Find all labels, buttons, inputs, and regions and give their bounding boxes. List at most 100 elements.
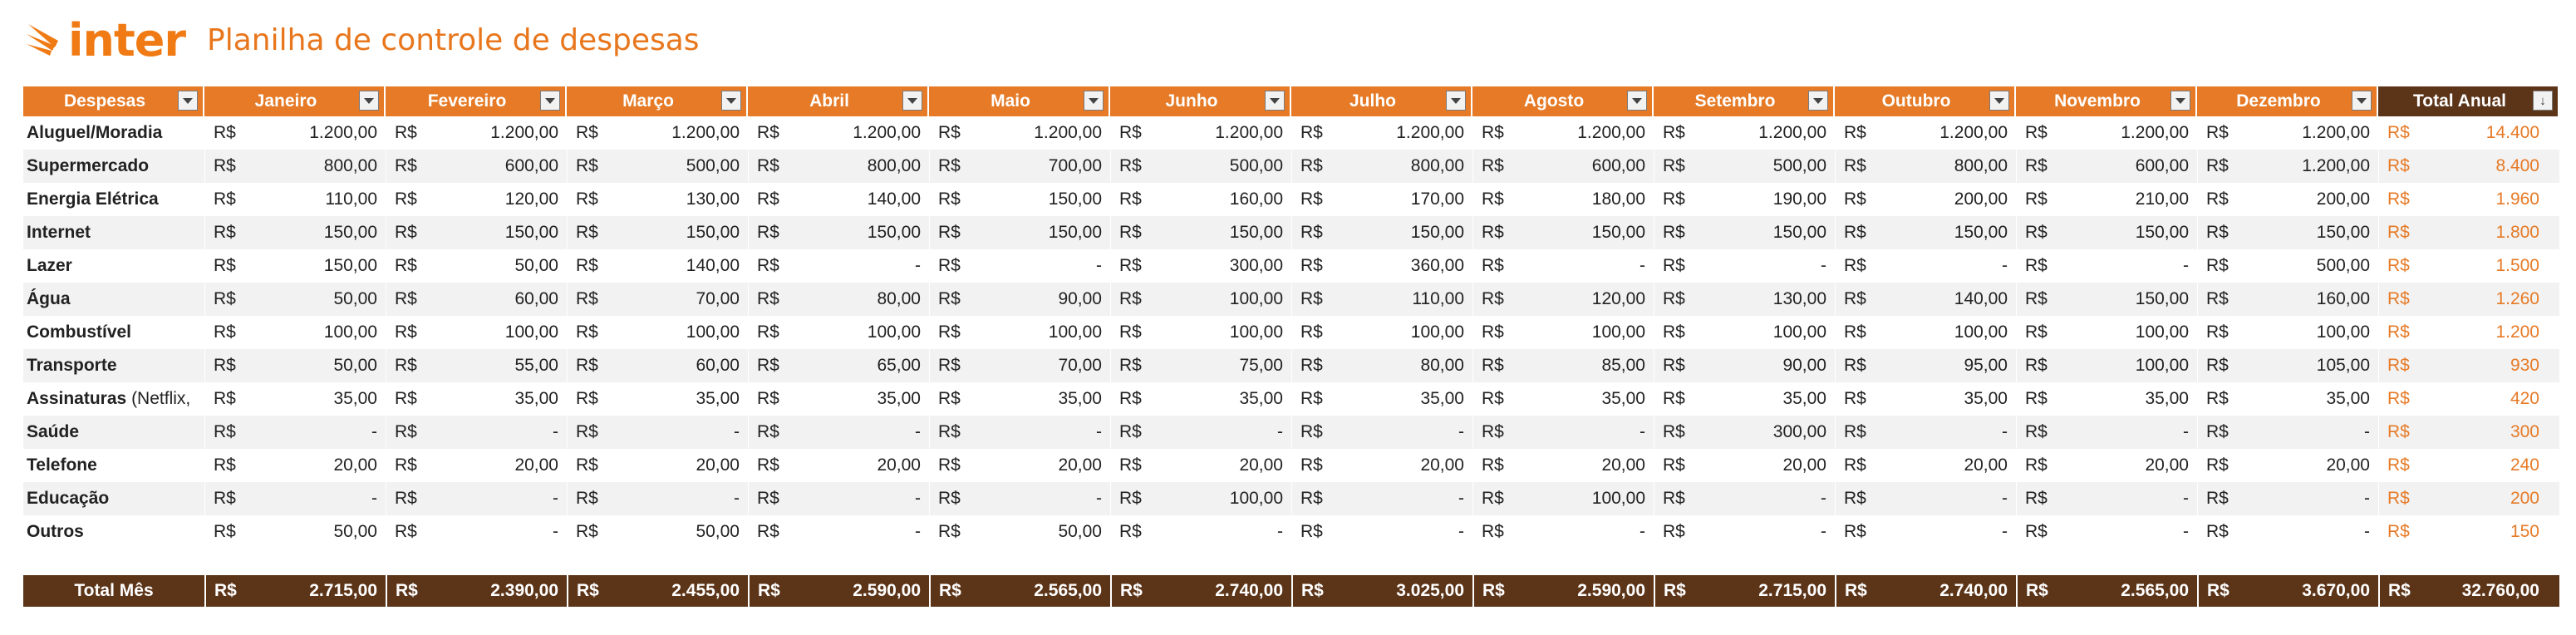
expense-value-cell[interactable]: - — [1162, 515, 1291, 549]
expense-value-cell[interactable]: 35,00 — [2249, 382, 2378, 416]
filter-button-month[interactable] — [902, 91, 922, 111]
month-total-cell[interactable]: 2.565,00 — [981, 575, 1110, 607]
expense-value-cell[interactable]: 500,00 — [618, 150, 748, 183]
expense-name[interactable]: Energia Elétrica — [23, 183, 204, 216]
expense-value-cell[interactable]: 90,00 — [981, 283, 1110, 316]
expense-value-cell[interactable]: - — [2067, 249, 2197, 283]
expense-value-cell[interactable]: 110,00 — [256, 183, 386, 216]
expense-name[interactable]: Saúde — [23, 416, 204, 449]
expense-value-cell[interactable]: 1.200,00 — [2249, 150, 2378, 183]
expense-value-cell[interactable]: 140,00 — [618, 249, 748, 283]
expense-value-cell[interactable]: 75,00 — [1162, 349, 1291, 382]
filter-button-month[interactable] — [1808, 91, 1828, 111]
expense-value-cell[interactable]: 130,00 — [1705, 283, 1835, 316]
expense-value-cell[interactable]: - — [256, 482, 386, 515]
expense-name[interactable]: Supermercado — [23, 150, 204, 183]
expense-value-cell[interactable]: 150,00 — [1162, 216, 1291, 249]
expense-value-cell[interactable]: - — [1886, 515, 2016, 549]
filter-button-month[interactable] — [1627, 91, 1647, 111]
filter-button-month[interactable] — [1084, 91, 1104, 111]
expense-value-cell[interactable]: 360,00 — [1343, 249, 1472, 283]
filter-button-despesas[interactable] — [178, 91, 198, 111]
annual-total-cell[interactable]: 420 — [2430, 382, 2559, 416]
annual-total-cell[interactable]: 1.960 — [2430, 183, 2559, 216]
expense-value-cell[interactable]: 50,00 — [437, 249, 567, 283]
expense-value-cell[interactable]: 1.200,00 — [981, 116, 1110, 150]
expense-value-cell[interactable]: 130,00 — [618, 183, 748, 216]
expense-value-cell[interactable]: 20,00 — [2249, 449, 2378, 482]
expense-value-cell[interactable]: 190,00 — [1705, 183, 1835, 216]
expense-value-cell[interactable]: 150,00 — [1886, 216, 2016, 249]
filter-button-month[interactable] — [540, 91, 560, 111]
expense-value-cell[interactable]: 700,00 — [981, 150, 1110, 183]
expense-name[interactable]: Aluguel/Moradia — [23, 116, 204, 150]
expense-value-cell[interactable]: 160,00 — [1162, 183, 1291, 216]
month-total-cell[interactable]: 2.390,00 — [437, 575, 567, 607]
filter-button-month[interactable] — [1989, 91, 2009, 111]
expense-name[interactable]: Assinaturas (Netflix, — [23, 382, 204, 416]
expense-value-cell[interactable]: 20,00 — [2067, 449, 2197, 482]
expense-name[interactable]: Combustível — [23, 316, 204, 349]
expense-value-cell[interactable]: 160,00 — [2249, 283, 2378, 316]
expense-value-cell[interactable]: 1.200,00 — [1886, 116, 2016, 150]
expense-value-cell[interactable]: 35,00 — [799, 382, 929, 416]
expense-name[interactable]: Educação — [23, 482, 204, 515]
expense-value-cell[interactable]: - — [2067, 416, 2197, 449]
expense-value-cell[interactable]: - — [2067, 515, 2197, 549]
expense-value-cell[interactable]: 60,00 — [618, 349, 748, 382]
expense-value-cell[interactable]: - — [1705, 249, 1835, 283]
expense-value-cell[interactable]: 20,00 — [1162, 449, 1291, 482]
expense-value-cell[interactable]: - — [1524, 249, 1654, 283]
expense-value-cell[interactable]: 150,00 — [2067, 216, 2197, 249]
expense-value-cell[interactable]: - — [437, 482, 567, 515]
expense-name[interactable]: Água — [23, 283, 204, 316]
expense-value-cell[interactable]: - — [799, 249, 929, 283]
expense-value-cell[interactable]: 20,00 — [981, 449, 1110, 482]
expense-name[interactable]: Lazer — [23, 249, 204, 283]
expense-value-cell[interactable]: 50,00 — [256, 283, 386, 316]
month-total-cell[interactable]: 3.025,00 — [1343, 575, 1472, 607]
expense-value-cell[interactable]: - — [981, 482, 1110, 515]
expense-value-cell[interactable]: 100,00 — [1524, 482, 1654, 515]
filter-button-month[interactable] — [2170, 91, 2190, 111]
filter-button-month[interactable] — [359, 91, 379, 111]
annual-total-cell[interactable]: 930 — [2430, 349, 2559, 382]
expense-value-cell[interactable]: 150,00 — [256, 216, 386, 249]
expense-value-cell[interactable]: 100,00 — [2067, 349, 2197, 382]
expense-value-cell[interactable]: 600,00 — [2067, 150, 2197, 183]
expense-value-cell[interactable]: 150,00 — [981, 216, 1110, 249]
expense-value-cell[interactable]: 600,00 — [437, 150, 567, 183]
month-total-cell[interactable]: 2.740,00 — [1162, 575, 1291, 607]
month-total-cell[interactable]: 2.590,00 — [799, 575, 929, 607]
expense-value-cell[interactable]: - — [1343, 416, 1472, 449]
expense-value-cell[interactable]: 1.200,00 — [1162, 116, 1291, 150]
expense-name[interactable]: Internet — [23, 216, 204, 249]
expense-value-cell[interactable]: 50,00 — [256, 349, 386, 382]
expense-value-cell[interactable]: 100,00 — [1886, 316, 2016, 349]
expense-value-cell[interactable]: 100,00 — [1705, 316, 1835, 349]
annual-total-cell[interactable]: 150 — [2430, 515, 2559, 549]
expense-name[interactable]: Outros — [23, 515, 204, 549]
expense-value-cell[interactable]: 100,00 — [1162, 316, 1291, 349]
expense-value-cell[interactable]: - — [1886, 416, 2016, 449]
expense-value-cell[interactable]: 80,00 — [799, 283, 929, 316]
annual-total-cell[interactable]: 14.400 — [2430, 116, 2559, 150]
month-total-cell[interactable]: 2.740,00 — [1886, 575, 2016, 607]
annual-total-cell[interactable]: 200 — [2430, 482, 2559, 515]
expense-value-cell[interactable]: 100,00 — [981, 316, 1110, 349]
expense-value-cell[interactable]: 150,00 — [799, 216, 929, 249]
expense-value-cell[interactable]: 1.200,00 — [1524, 116, 1654, 150]
expense-value-cell[interactable]: - — [618, 416, 748, 449]
expense-value-cell[interactable]: - — [1162, 416, 1291, 449]
expense-value-cell[interactable]: 1.200,00 — [2249, 116, 2378, 150]
expense-value-cell[interactable]: 35,00 — [2067, 382, 2197, 416]
expense-value-cell[interactable]: 200,00 — [1886, 183, 2016, 216]
expense-value-cell[interactable]: 35,00 — [981, 382, 1110, 416]
expense-value-cell[interactable]: 95,00 — [1886, 349, 2016, 382]
expense-value-cell[interactable]: 150,00 — [2067, 283, 2197, 316]
expense-value-cell[interactable]: 1.200,00 — [256, 116, 386, 150]
filter-button-month[interactable] — [721, 91, 741, 111]
expense-value-cell[interactable]: 200,00 — [2249, 183, 2378, 216]
annual-total-cell[interactable]: 1.500 — [2430, 249, 2559, 283]
expense-value-cell[interactable]: 800,00 — [256, 150, 386, 183]
